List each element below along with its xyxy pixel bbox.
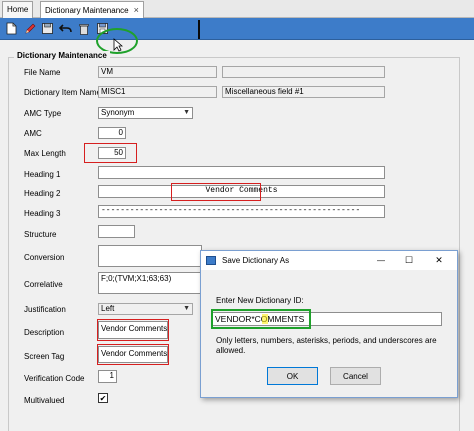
heading-3-label: Heading 3 xyxy=(24,209,61,218)
input-highlight xyxy=(211,309,311,329)
conversion-label: Conversion xyxy=(24,253,65,262)
description-highlight xyxy=(97,319,169,341)
undo-icon[interactable] xyxy=(58,21,73,36)
multivalued-checkbox[interactable]: ✔ xyxy=(98,393,108,403)
heading-2-label: Heading 2 xyxy=(24,189,61,198)
close-icon[interactable]: ✕ xyxy=(425,253,453,268)
heading-2-highlight xyxy=(171,183,261,201)
amc-type-label: AMC Type xyxy=(24,109,62,118)
justification-select[interactable]: Left ▼ xyxy=(98,303,193,315)
file-name-field: VM xyxy=(98,66,217,78)
dialog-title: Save Dictionary As xyxy=(222,256,290,265)
tab-home[interactable]: Home xyxy=(2,1,34,18)
edit-icon[interactable] xyxy=(22,21,37,36)
dialog-hint: Only letters, numbers, asterisks, period… xyxy=(216,336,437,355)
app-icon xyxy=(206,256,216,265)
multivalued-label: Multivalued xyxy=(24,396,65,405)
mouse-cursor-icon xyxy=(113,38,124,54)
justification-label: Justification xyxy=(24,305,66,314)
amc-label: AMC xyxy=(24,129,42,138)
tab-dictionary-maintenance-label: Dictionary Maintenance xyxy=(45,6,129,15)
max-length-field[interactable]: 50 xyxy=(98,147,126,159)
correlative-label: Correlative xyxy=(24,280,63,289)
tab-close-icon[interactable]: × xyxy=(134,2,139,18)
save-icon[interactable] xyxy=(40,21,55,36)
new-icon[interactable] xyxy=(4,21,19,36)
heading-1-field[interactable] xyxy=(98,166,385,179)
minimize-icon[interactable]: — xyxy=(367,253,395,268)
item-name-label: Dictionary Item Name xyxy=(24,88,101,97)
chevron-down-icon: ▼ xyxy=(183,109,190,116)
conversion-field[interactable] xyxy=(98,245,202,267)
amc-type-select[interactable]: Synonym ▼ xyxy=(98,107,193,119)
maximize-icon[interactable]: ☐ xyxy=(395,253,423,268)
heading-1-label: Heading 1 xyxy=(24,170,61,179)
cancel-button[interactable]: Cancel xyxy=(330,367,381,385)
screen-tag-highlight xyxy=(97,344,169,365)
delete-icon[interactable] xyxy=(76,21,91,36)
tab-dictionary-maintenance[interactable]: Dictionary Maintenance × xyxy=(40,1,144,18)
verification-code-label: Verification Code xyxy=(24,374,85,383)
toolbar-divider xyxy=(198,20,200,39)
amc-field[interactable]: 0 xyxy=(98,127,126,139)
dialog-prompt: Enter New Dictionary ID: xyxy=(216,296,304,305)
item-name-description-field: Miscellaneous field #1 xyxy=(222,86,385,98)
verification-code-field[interactable]: 1 xyxy=(98,370,117,383)
justification-value: Left xyxy=(101,304,115,313)
file-name-description-field xyxy=(222,66,385,78)
screen-tag-label: Screen Tag xyxy=(24,352,65,361)
ok-button[interactable]: OK xyxy=(267,367,318,385)
heading-3-field[interactable]: ----------------------------------------… xyxy=(98,205,385,218)
amc-type-value: Synonym xyxy=(101,108,135,117)
correlative-field[interactable]: F;0;(TVM;X1;63;63) xyxy=(98,272,202,294)
group-title: Dictionary Maintenance xyxy=(14,51,110,60)
item-name-field: MISC1 xyxy=(98,86,217,98)
save-dictionary-dialog: Save Dictionary As — ☐ ✕ Enter New Dicti… xyxy=(200,250,458,398)
description-label: Description xyxy=(24,328,65,337)
max-length-label: Max Length xyxy=(24,149,66,158)
file-name-label: File Name xyxy=(24,68,61,77)
structure-field[interactable] xyxy=(98,225,135,238)
chevron-down-icon: ▼ xyxy=(183,305,190,312)
tab-home-label: Home xyxy=(7,5,29,14)
structure-label: Structure xyxy=(24,230,57,239)
